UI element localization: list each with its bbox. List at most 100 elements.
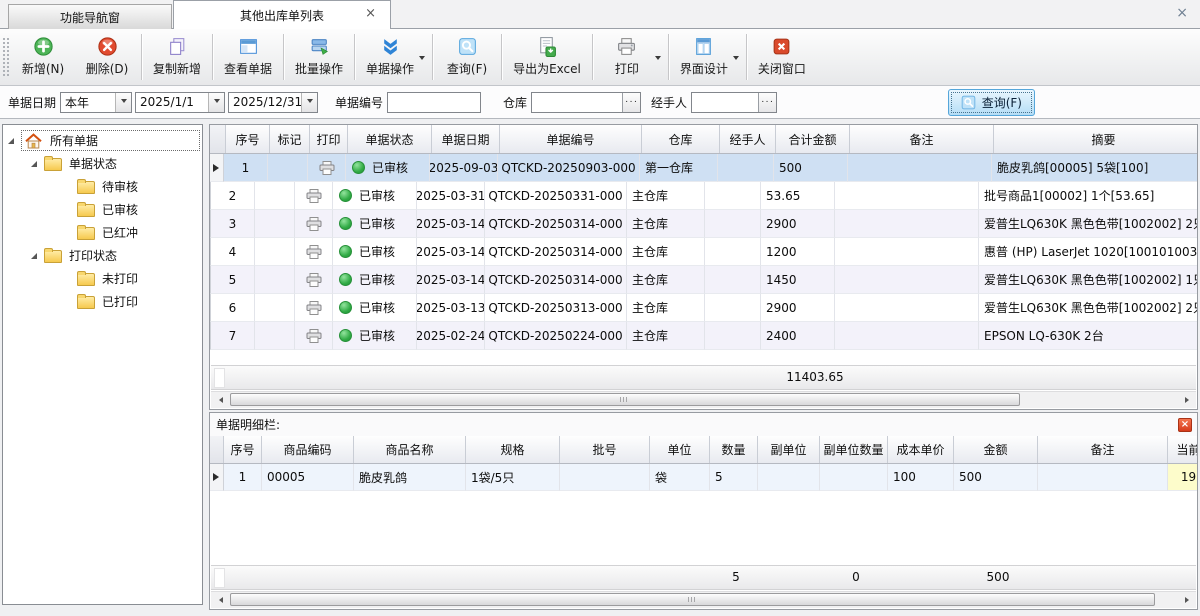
tab-function-nav[interactable]: 功能导航窗: [8, 4, 172, 29]
toolbar: 新增(N)删除(D) 复制新增 查看单据批量操作单据操作查询(F)导出为Excel打…: [0, 28, 1200, 86]
query-button[interactable]: 查询(F): [948, 89, 1035, 116]
detail-table-row[interactable]: 100005脆皮乳鸽1袋/5只袋510050019: [210, 464, 1197, 491]
column-header[interactable]: 批号: [560, 436, 650, 463]
doc-ops-dropdown[interactable]: [419, 29, 430, 85]
tree-node-all-bills[interactable]: 所有单据: [3, 129, 202, 152]
toolbar-grip-handle[interactable]: [2, 37, 9, 77]
detail-hscrollbar[interactable]: [211, 591, 1196, 608]
column-header[interactable]: 经手人: [720, 125, 776, 153]
table-row[interactable]: 2已审核2025-03-31QTCKD-20250331-000主仓库53.65…: [210, 182, 1197, 210]
column-header[interactable]: 备注: [1038, 436, 1168, 463]
column-header[interactable]: 序号: [226, 125, 270, 153]
date-filter-label: 单据日期: [8, 94, 56, 111]
cell-warehouse: 主仓库: [627, 322, 705, 350]
column-header[interactable]: 规格: [466, 436, 560, 463]
approved-status-icon: [339, 245, 352, 258]
ui-design-dropdown[interactable]: [733, 29, 744, 85]
cell-warehouse: 主仓库: [627, 294, 705, 322]
column-header[interactable]: 成本单价: [888, 436, 954, 463]
table-row[interactable]: 5已审核2025-03-14QTCKD-20250314-000主仓库1450爱…: [210, 266, 1197, 294]
cell-amount: 2900: [761, 294, 835, 322]
table-row[interactable]: 6已审核2025-03-13QTCKD-20250313-000主仓库2900爱…: [210, 294, 1197, 322]
copy-button[interactable]: 复制新增: [144, 29, 210, 85]
expand-arrow-icon[interactable]: [8, 138, 14, 144]
handler-label: 经手人: [651, 94, 687, 111]
batch-ops-button[interactable]: 批量操作: [286, 29, 352, 85]
scroll-left-icon[interactable]: [211, 392, 227, 408]
ui-design-button[interactable]: 界面设计: [671, 29, 737, 85]
table-row[interactable]: 7已审核2025-02-24QTCKD-20250224-000主仓库2400E…: [210, 322, 1197, 350]
tab-other-outbound-list[interactable]: 其他出库单列表 ×: [173, 0, 391, 29]
tree-node-group-0[interactable]: 单据状态: [3, 152, 202, 175]
cell-amount: 500: [954, 464, 1038, 491]
expand-arrow-icon[interactable]: [31, 161, 37, 167]
column-header[interactable]: 序号: [224, 436, 262, 463]
approved-status-icon: [339, 301, 352, 314]
main-grid-hscrollbar[interactable]: [211, 391, 1196, 408]
column-header[interactable]: 打印: [310, 125, 348, 153]
table-row[interactable]: 4已审核2025-03-14QTCKD-20250314-000主仓库1200惠…: [210, 238, 1197, 266]
scroll-right-icon[interactable]: [1180, 592, 1196, 608]
detail-hscroll-thumb[interactable]: [230, 593, 1155, 606]
tree-node-leaf-1-1[interactable]: 已打印: [3, 290, 202, 313]
delete-button[interactable]: 删除(D): [75, 29, 139, 85]
tree-node-group-1[interactable]: 打印状态: [3, 244, 202, 267]
column-header[interactable]: 备注: [850, 125, 994, 153]
search-button[interactable]: 查询(F): [435, 29, 499, 85]
tree-node-leaf-1-0[interactable]: 未打印: [3, 267, 202, 290]
column-header[interactable]: 单据日期: [432, 125, 500, 153]
close-window-button[interactable]: 关闭窗口: [749, 29, 815, 85]
warehouse-input[interactable]: [532, 93, 622, 112]
column-header[interactable]: 商品名称: [354, 436, 466, 463]
row-indicator-header: [210, 436, 224, 463]
date-from-select[interactable]: 2025/1/1: [135, 92, 225, 113]
date-range-select[interactable]: 本年: [60, 92, 132, 113]
handler-ellipsis-button[interactable]: ···: [758, 93, 776, 112]
scroll-right-icon[interactable]: [1180, 392, 1196, 408]
column-header[interactable]: 金额: [954, 436, 1038, 463]
add-button[interactable]: 新增(N): [11, 29, 75, 85]
column-header[interactable]: 单位: [650, 436, 710, 463]
toolbar-button-label: 复制新增: [153, 60, 201, 77]
tree-node-leaf-0-1[interactable]: 已审核: [3, 198, 202, 221]
column-header[interactable]: 标记: [270, 125, 310, 153]
export-excel-button[interactable]: 导出为Excel: [504, 29, 590, 85]
view-doc-button[interactable]: 查看单据: [215, 29, 281, 85]
chevron-down-icon: [301, 93, 317, 112]
cell-mark: [255, 322, 295, 350]
doc-ops-button[interactable]: 单据操作: [357, 29, 423, 85]
column-header[interactable]: 当前: [1168, 436, 1197, 463]
toolbar-button-label: 查看单据: [224, 60, 272, 77]
date-to-select[interactable]: 2025/12/31: [228, 92, 318, 113]
tree-node-leaf-0-0[interactable]: 待审核: [3, 175, 202, 198]
scroll-left-icon[interactable]: [211, 592, 227, 608]
bill-no-input[interactable]: [387, 92, 481, 113]
warehouse-ellipsis-button[interactable]: ···: [622, 93, 640, 112]
column-header[interactable]: 副单位数量: [820, 436, 888, 463]
window-close-icon[interactable]: ×: [1176, 5, 1188, 21]
tab-close-icon[interactable]: ×: [365, 7, 376, 20]
tree-node-label: 已打印: [102, 293, 138, 310]
detail-close-icon[interactable]: ×: [1178, 418, 1192, 432]
column-header[interactable]: 合计金额: [776, 125, 850, 153]
main-grid-hscroll-thumb[interactable]: [230, 393, 1020, 406]
toolbar-items: 新增(N)删除(D) 复制新增 查看单据批量操作单据操作查询(F)导出为Excel打…: [11, 29, 815, 85]
cell-date: 2025-03-14: [417, 238, 485, 266]
column-header[interactable]: 数量: [710, 436, 758, 463]
expand-arrow-icon[interactable]: [31, 253, 37, 259]
table-row[interactable]: 3已审核2025-03-14QTCKD-20250314-000主仓库2900爱…: [210, 210, 1197, 238]
print-button[interactable]: 打印: [595, 29, 659, 85]
cell-handler: [705, 238, 761, 266]
print-dropdown[interactable]: [655, 29, 666, 85]
column-header[interactable]: 摘要: [994, 125, 1197, 153]
status-cell: 已审核: [333, 266, 417, 294]
column-header[interactable]: 副单位: [758, 436, 820, 463]
column-header[interactable]: 仓库: [642, 125, 720, 153]
handler-input[interactable]: [692, 93, 758, 112]
column-header[interactable]: 单据编号: [500, 125, 642, 153]
column-header[interactable]: 商品编码: [262, 436, 354, 463]
column-header[interactable]: 单据状态: [348, 125, 432, 153]
tree-node-leaf-0-2[interactable]: 已红冲: [3, 221, 202, 244]
table-row[interactable]: 1已审核2025-09-03QTCKD-20250903-000第一仓库500脆…: [210, 154, 1197, 182]
cell-warehouse: 主仓库: [627, 210, 705, 238]
